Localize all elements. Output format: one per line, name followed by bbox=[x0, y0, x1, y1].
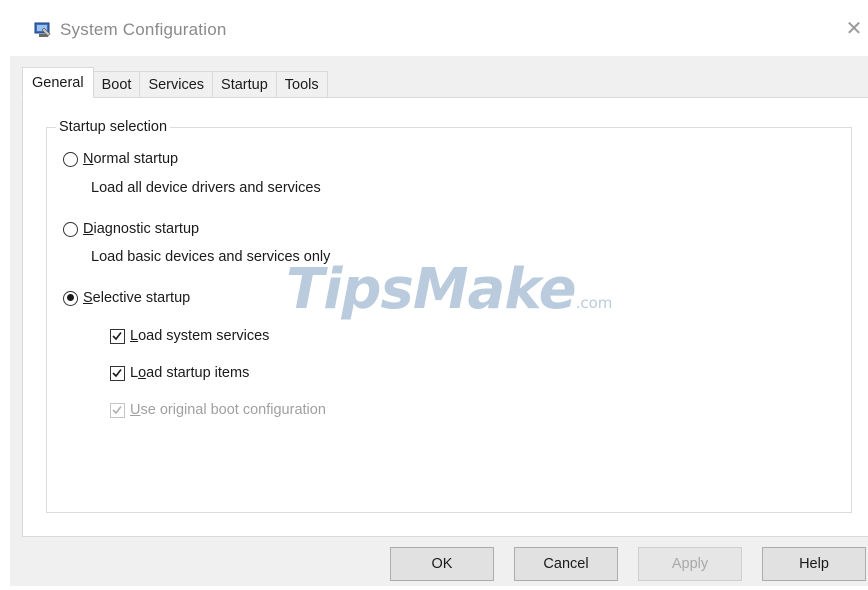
selective-startup-label: Selective startup bbox=[83, 290, 191, 306]
radio-unchecked-icon bbox=[63, 221, 78, 237]
diagnostic-startup-description: Load basic devices and services only bbox=[91, 249, 331, 265]
load-system-services-label: Load system services bbox=[130, 328, 270, 344]
window-title: System Configuration bbox=[60, 20, 227, 39]
load-startup-items-label: Load startup items bbox=[130, 365, 250, 381]
checkmark-icon bbox=[110, 402, 125, 418]
startup-selection-legend: Startup selection bbox=[56, 119, 171, 135]
msconfig-app-icon bbox=[34, 22, 52, 38]
tab-strip: General Boot Services Startup Tools bbox=[22, 67, 328, 98]
load-system-services-checkbox[interactable]: Load system services bbox=[110, 328, 269, 344]
cancel-button[interactable]: Cancel bbox=[514, 547, 618, 581]
use-original-boot-config-label: Use original boot configuration bbox=[130, 402, 326, 418]
apply-button: Apply bbox=[638, 547, 742, 581]
tab-boot[interactable]: Boot bbox=[92, 71, 141, 98]
tab-services[interactable]: Services bbox=[139, 71, 214, 98]
checkmark-icon bbox=[110, 365, 125, 381]
system-configuration-window: System Configuration ✕ General Boot Serv… bbox=[0, 0, 868, 590]
help-button[interactable]: Help bbox=[762, 547, 866, 581]
diagnostic-startup-label: Diagnostic startup bbox=[83, 221, 200, 237]
use-original-boot-config-checkbox: Use original boot configuration bbox=[110, 402, 326, 418]
close-icon[interactable]: ✕ bbox=[840, 14, 868, 44]
radio-checked-icon bbox=[63, 290, 78, 306]
checkmark-icon bbox=[110, 328, 125, 344]
normal-startup-label: Normal startup bbox=[83, 151, 179, 167]
normal-startup-description: Load all device drivers and services bbox=[91, 180, 321, 196]
tab-general[interactable]: General bbox=[22, 67, 94, 98]
diagnostic-startup-radio[interactable]: Diagnostic startup bbox=[63, 221, 199, 237]
title-bar: System Configuration ✕ bbox=[0, 0, 868, 56]
selective-startup-radio[interactable]: Selective startup bbox=[63, 290, 190, 306]
tab-tools[interactable]: Tools bbox=[275, 71, 328, 98]
normal-startup-radio[interactable]: Normal startup bbox=[63, 151, 178, 167]
load-startup-items-checkbox[interactable]: Load startup items bbox=[110, 365, 249, 381]
ok-button[interactable]: OK bbox=[390, 547, 494, 581]
tab-startup[interactable]: Startup bbox=[212, 71, 277, 98]
radio-unchecked-icon bbox=[63, 151, 78, 167]
